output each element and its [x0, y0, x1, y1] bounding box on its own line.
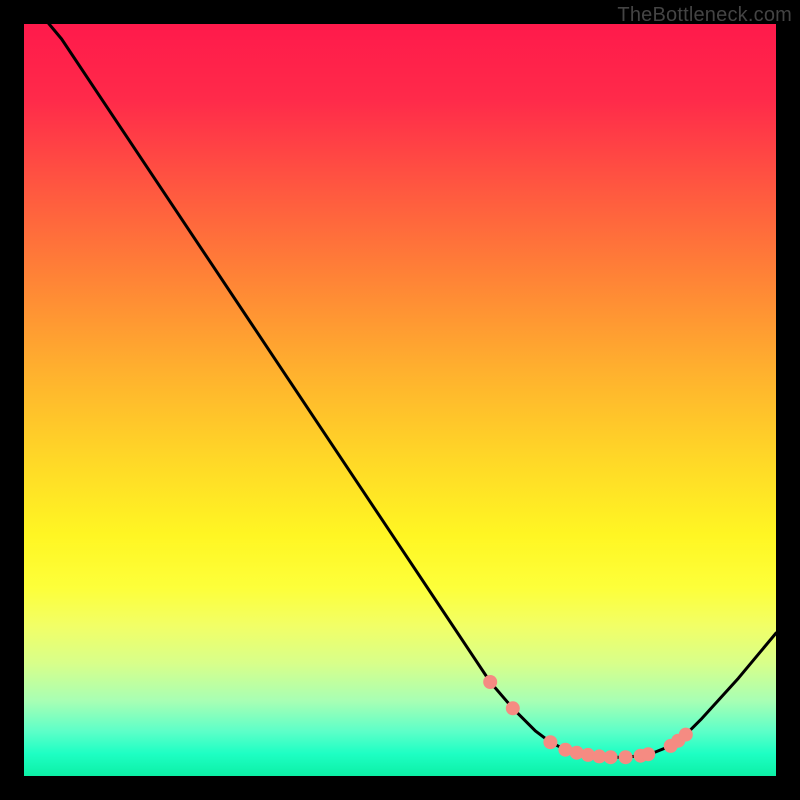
bottleneck-curve [24, 24, 776, 757]
curve-marker [634, 749, 648, 763]
curve-marker [604, 750, 618, 764]
curve-marker [570, 746, 584, 760]
curve-marker [664, 739, 678, 753]
curve-marker [671, 734, 685, 748]
plot-area [24, 24, 776, 776]
curve-marker [592, 749, 606, 763]
curve-marker [483, 675, 497, 689]
curve-marker [581, 748, 595, 762]
marker-group [483, 675, 693, 764]
curve-marker [558, 743, 572, 757]
watermark-label: TheBottleneck.com [617, 4, 792, 27]
curve-marker [506, 701, 520, 715]
curve-marker [679, 728, 693, 742]
curve-marker [619, 750, 633, 764]
chart-frame: TheBottleneck.com [0, 0, 800, 800]
chart-svg [24, 24, 776, 776]
curve-marker [543, 735, 557, 749]
curve-marker [641, 747, 655, 761]
